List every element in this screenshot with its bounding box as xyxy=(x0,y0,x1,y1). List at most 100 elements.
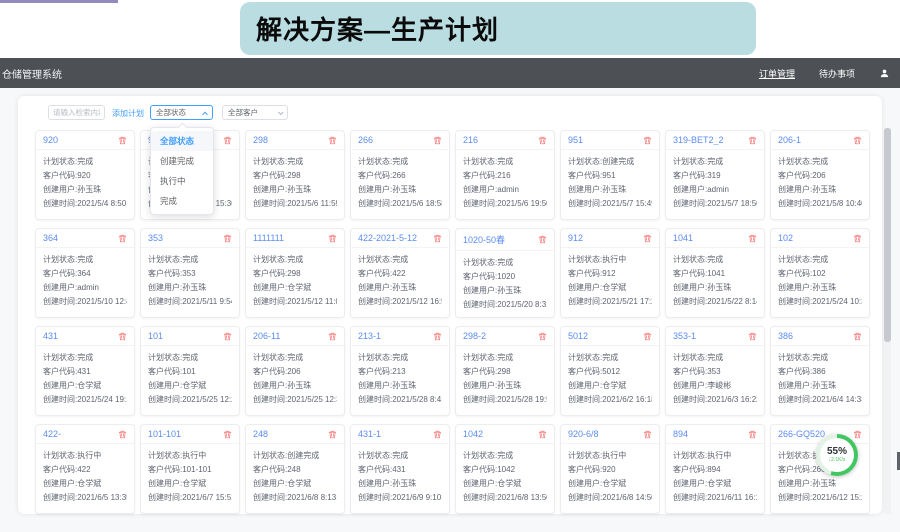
plan-title-link[interactable]: 319-BET2_2 xyxy=(673,135,724,145)
plan-title-link[interactable]: 216 xyxy=(463,135,478,145)
plan-title-link[interactable]: 298-2 xyxy=(463,331,486,341)
plan-title-link[interactable]: 1020-50春 xyxy=(463,233,505,246)
plan-title-link[interactable]: 1041 xyxy=(673,233,693,243)
delete-icon[interactable] xyxy=(118,234,127,243)
plan-card[interactable]: 298 计划状态:完成 客户代码:298 创建用户:孙玉珠 创建时间:2021/… xyxy=(245,130,345,220)
plan-card[interactable]: 101 计划状态:完成 客户代码:101 创建用户:仓学斌 创建时间:2021/… xyxy=(140,326,240,416)
plan-card[interactable]: 206-11 计划状态:完成 客户代码:206 创建用户:孙玉珠 创建时间:20… xyxy=(245,326,345,416)
delete-icon[interactable] xyxy=(748,430,757,439)
plan-title-link[interactable]: 5012 xyxy=(568,331,588,341)
plan-title-link[interactable]: 1111111 xyxy=(253,233,284,243)
plan-card[interactable]: 912 计划状态:执行中 客户代码:912 创建用户:仓学斌 创建时间:2021… xyxy=(560,228,660,318)
plan-card[interactable]: 1020-50春 计划状态:完成 客户代码:1020 创建用户:孙玉珠 创建时间… xyxy=(455,228,555,318)
plan-title-link[interactable]: 364 xyxy=(43,233,58,243)
plan-card[interactable]: 266 计划状态:完成 客户代码:266 创建用户:孙玉珠 创建时间:2021/… xyxy=(350,130,450,220)
plan-card[interactable]: 1111111 计划状态:完成 客户代码:298 创建用户:仓学斌 创建时间:2… xyxy=(245,228,345,318)
delete-icon[interactable] xyxy=(643,332,652,341)
customer-select[interactable]: 全部客户 xyxy=(222,105,288,120)
plan-title-link[interactable]: 248 xyxy=(253,429,268,439)
scrollbar-thumb[interactable] xyxy=(884,128,891,342)
plan-title-link[interactable]: 920 xyxy=(43,135,58,145)
plan-card[interactable]: 431-1 计划状态:完成 客户代码:431 创建用户:孙玉珠 创建时间:202… xyxy=(350,424,450,514)
delete-icon[interactable] xyxy=(223,234,232,243)
status-option[interactable]: 执行中 xyxy=(151,171,213,191)
plan-title-link[interactable]: 912 xyxy=(568,233,583,243)
delete-icon[interactable] xyxy=(643,430,652,439)
plan-card[interactable]: 353-1 计划状态:完成 客户代码:353 创建用户:李峻彬 创建时间:202… xyxy=(665,326,765,416)
delete-icon[interactable] xyxy=(538,136,547,145)
nav-todo-items[interactable]: 待办事项 xyxy=(819,67,855,80)
plan-card[interactable]: 353 计划状态:完成 客户代码:353 创建用户:孙玉珠 创建时间:2021/… xyxy=(140,228,240,318)
plan-card[interactable]: 102 计划状态:完成 客户代码:102 创建用户:孙玉珠 创建时间:2021/… xyxy=(770,228,870,318)
status-option[interactable]: 创建完成 xyxy=(151,151,213,171)
delete-icon[interactable] xyxy=(853,430,862,439)
delete-icon[interactable] xyxy=(538,332,547,341)
plan-card[interactable]: 101-101 计划状态:执行中 客户代码:101-101 创建用户:仓学斌 创… xyxy=(140,424,240,514)
delete-icon[interactable] xyxy=(748,136,757,145)
delete-icon[interactable] xyxy=(328,332,337,341)
delete-icon[interactable] xyxy=(853,234,862,243)
status-select[interactable]: 全部状态 xyxy=(150,105,213,120)
plan-card[interactable]: 386 计划状态:完成 客户代码:386 创建用户:孙玉珠 创建时间:2021/… xyxy=(770,326,870,416)
plan-title-link[interactable]: 353 xyxy=(148,233,163,243)
status-option[interactable]: 全部状态 xyxy=(151,131,213,151)
delete-icon[interactable] xyxy=(118,430,127,439)
plan-card[interactable]: 5012 计划状态:完成 客户代码:5012 创建用户:仓学斌 创建时间:202… xyxy=(560,326,660,416)
plan-title-link[interactable]: 101 xyxy=(148,331,163,341)
delete-icon[interactable] xyxy=(223,136,232,145)
plan-title-link[interactable]: 386 xyxy=(778,331,793,341)
delete-icon[interactable] xyxy=(433,234,442,243)
plan-card[interactable]: 298-2 计划状态:完成 客户代码:298 创建用户:孙玉珠 创建时间:202… xyxy=(455,326,555,416)
delete-icon[interactable] xyxy=(328,136,337,145)
plan-card[interactable]: 364 计划状态:完成 客户代码:364 创建用户:admin 创建时间:202… xyxy=(35,228,135,318)
plan-card[interactable]: 248 计划状态:创建完成 客户代码:248 创建用户:仓学斌 创建时间:202… xyxy=(245,424,345,514)
plan-title-link[interactable]: 431 xyxy=(43,331,58,341)
delete-icon[interactable] xyxy=(433,430,442,439)
plan-card[interactable]: 206-1 计划状态:完成 客户代码:206 创建用户:孙玉珠 创建时间:202… xyxy=(770,130,870,220)
plan-card[interactable]: 920 计划状态:完成 客户代码:920 创建用户:孙玉珠 创建时间:2021/… xyxy=(35,130,135,220)
plan-title-link[interactable]: 298 xyxy=(253,135,268,145)
plan-card[interactable]: 266-GQ520 计划状态:执行中 客户代码:266 创建用户:孙玉珠 创建时… xyxy=(770,424,870,514)
plan-title-link[interactable]: 353-1 xyxy=(673,331,696,341)
delete-icon[interactable] xyxy=(748,332,757,341)
delete-icon[interactable] xyxy=(433,332,442,341)
plan-title-link[interactable]: 266 xyxy=(358,135,373,145)
plan-title-link[interactable]: 422- xyxy=(43,429,61,439)
delete-icon[interactable] xyxy=(118,136,127,145)
plan-title-link[interactable]: 101-101 xyxy=(148,429,181,439)
plan-card[interactable]: 319-BET2_2 计划状态:完成 客户代码:319 创建用户:admin 创… xyxy=(665,130,765,220)
add-plan-button[interactable]: 添加计划 xyxy=(112,108,144,119)
plan-card[interactable]: 431 计划状态:完成 客户代码:431 创建用户:仓学斌 创建时间:2021/… xyxy=(35,326,135,416)
plan-title-link[interactable]: 206-11 xyxy=(253,331,280,341)
plan-card[interactable]: 1042 计划状态:完成 客户代码:1042 创建用户:仓学斌 创建时间:202… xyxy=(455,424,555,514)
search-input[interactable] xyxy=(48,105,105,120)
status-option[interactable]: 完成 xyxy=(151,191,213,211)
plan-card[interactable]: 894 计划状态:执行中 客户代码:894 创建用户:仓学斌 创建时间:2021… xyxy=(665,424,765,514)
delete-icon[interactable] xyxy=(538,235,547,244)
plan-title-link[interactable]: 213-1 xyxy=(358,331,381,341)
plan-card[interactable]: 920-6/8 计划状态:执行中 客户代码:920 创建用户:仓学斌 创建时间:… xyxy=(560,424,660,514)
delete-icon[interactable] xyxy=(328,234,337,243)
plan-title-link[interactable]: 422-2021-5-12 xyxy=(358,233,417,243)
delete-icon[interactable] xyxy=(748,234,757,243)
plan-title-link[interactable]: 266-GQ520 xyxy=(778,429,825,439)
delete-icon[interactable] xyxy=(643,234,652,243)
plan-title-link[interactable]: 920-6/8 xyxy=(568,429,599,439)
plan-title-link[interactable]: 951 xyxy=(568,135,583,145)
plan-card[interactable]: 213-1 计划状态:完成 客户代码:213 创建用户:孙玉珠 创建时间:202… xyxy=(350,326,450,416)
delete-icon[interactable] xyxy=(538,430,547,439)
delete-icon[interactable] xyxy=(328,430,337,439)
plan-title-link[interactable]: 894 xyxy=(673,429,688,439)
scrollbar-track[interactable] xyxy=(884,128,891,514)
plan-card[interactable]: 216 计划状态:完成 客户代码:216 创建用户:admin 创建时间:202… xyxy=(455,130,555,220)
delete-icon[interactable] xyxy=(643,136,652,145)
plan-card[interactable]: 422- 计划状态:执行中 客户代码:422 创建用户:仓学斌 创建时间:202… xyxy=(35,424,135,514)
plan-card[interactable]: 422-2021-5-12 计划状态:完成 客户代码:422 创建用户:孙玉珠 … xyxy=(350,228,450,318)
delete-icon[interactable] xyxy=(118,332,127,341)
plan-title-link[interactable]: 206-1 xyxy=(778,135,801,145)
delete-icon[interactable] xyxy=(853,332,862,341)
user-icon[interactable] xyxy=(879,68,890,79)
nav-order-management[interactable]: 订单管理 xyxy=(759,67,795,80)
plan-card[interactable]: 951 计划状态:创建完成 客户代码:951 创建用户:孙玉珠 创建时间:202… xyxy=(560,130,660,220)
plan-title-link[interactable]: 102 xyxy=(778,233,793,243)
